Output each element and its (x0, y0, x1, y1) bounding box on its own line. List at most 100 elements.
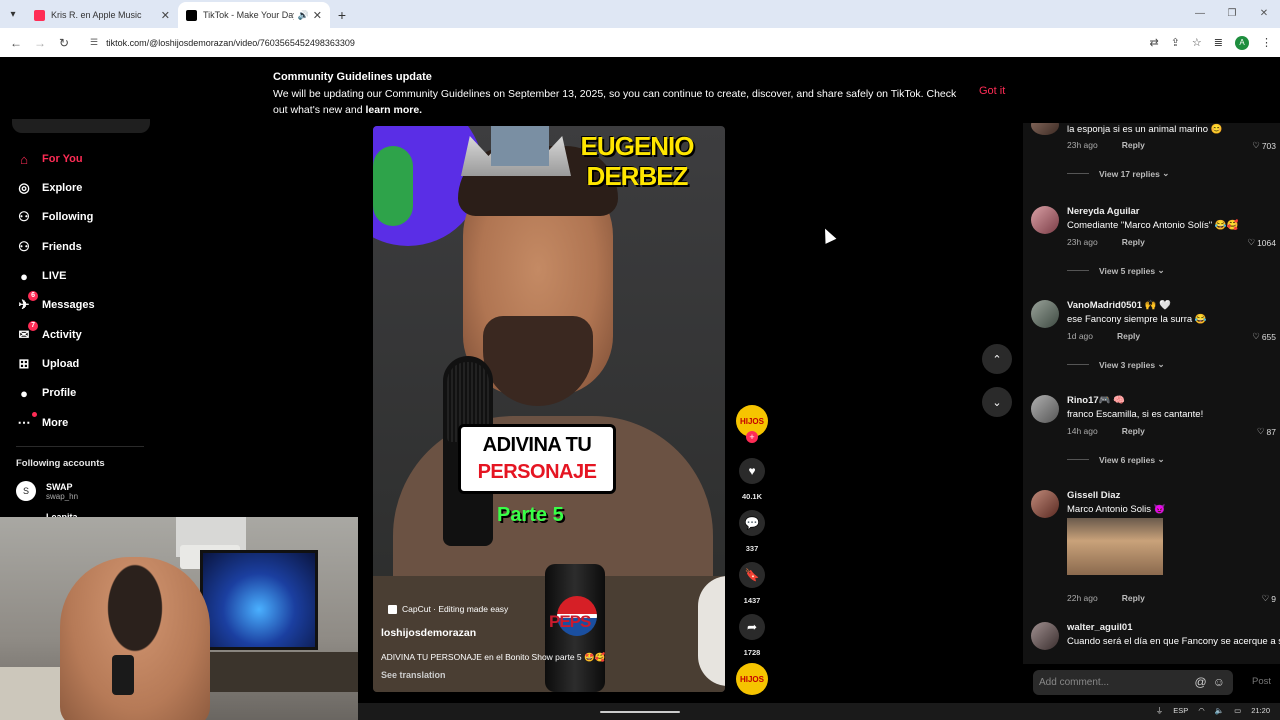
new-tab-button[interactable]: + (330, 2, 354, 28)
comment-like-button[interactable]: ♡ 9 (1262, 593, 1276, 604)
commenter-avatar[interactable] (1031, 622, 1059, 650)
webcam-tv (200, 550, 318, 650)
save-button[interactable]: 🔖 (739, 562, 765, 588)
clock[interactable]: 21:20 (1251, 706, 1270, 715)
commenter-avatar[interactable] (1031, 300, 1059, 328)
next-video-button[interactable]: ⌄ (982, 387, 1012, 417)
follow-plus-icon[interactable]: + (746, 431, 758, 443)
browser-tab-tiktok[interactable]: TikTok - Make Your Day 🔊 ✕ (178, 2, 330, 28)
commenter-name[interactable]: walter_aguil01 (1067, 622, 1132, 633)
url-bar[interactable]: ☰ tiktok.com/@loshijosdemorazan/video/76… (80, 31, 1196, 54)
reply-button[interactable]: Reply (1122, 237, 1145, 247)
reply-button[interactable]: Reply (1117, 331, 1140, 341)
music-disc[interactable]: HIJOS (736, 663, 768, 695)
language-indicator[interactable]: ESP (1173, 706, 1188, 715)
view-replies-button[interactable]: View 5 replies ⌄ (1067, 265, 1165, 276)
sidebar-item-upload[interactable]: ⊞ Upload (16, 356, 80, 372)
commenter-avatar[interactable] (1031, 123, 1059, 135)
home-icon: ⌂ (20, 151, 28, 167)
add-comment-input[interactable]: Add comment... @ ☺ (1033, 670, 1233, 695)
menu-kebab-icon[interactable]: ⋮ (1261, 36, 1272, 49)
comment-like-count: 655 (1261, 331, 1276, 342)
video-player[interactable]: PEPS EUGENIO DERBEZ ADIVINA TU PERSONAJE… (373, 126, 725, 692)
close-tab-icon[interactable]: ✕ (161, 9, 170, 22)
tab-search-icon[interactable]: ▾ (0, 0, 26, 28)
close-tab-icon[interactable]: ✕ (313, 9, 322, 22)
comment-like-button[interactable]: ♡ 703 (1252, 140, 1276, 151)
minimize-icon[interactable]: — (1184, 0, 1216, 28)
see-translation-link[interactable]: See translation (381, 670, 446, 680)
video-username[interactable]: loshijosdemorazan (381, 627, 476, 639)
learn-more-link[interactable]: learn more. (365, 104, 422, 116)
comment-text: franco Escamilla, si es cantante! (1067, 409, 1204, 420)
restore-icon[interactable]: ❐ (1216, 0, 1248, 28)
mention-icon[interactable]: @ (1195, 675, 1207, 689)
usb-icon[interactable]: ⏚ (1156, 705, 1164, 716)
view-replies-label: View 3 replies (1099, 359, 1156, 370)
audio-playing-icon[interactable]: 🔊 (298, 10, 309, 21)
post-comment-button[interactable]: Post (1252, 676, 1271, 687)
comment-like-button[interactable]: ♡ 87 (1257, 426, 1276, 437)
notification-dot (32, 412, 37, 417)
emoji-icon[interactable]: ☺ (1213, 675, 1225, 689)
commenter-name[interactable]: VanoMadrid0501 🙌 🤍 (1067, 300, 1171, 311)
sidebar-item-more[interactable]: ⋯ More (16, 412, 68, 431)
reply-button[interactable]: Reply (1122, 593, 1145, 603)
chevron-up-icon: ⌃ (992, 353, 1002, 366)
sidebar-item-messages[interactable]: ✈ 6 Messages (16, 291, 95, 313)
browser-tab-apple-music[interactable]: Kris R. en Apple Music ✕ (26, 2, 178, 28)
bookmark-star-icon[interactable]: ☆ (1192, 36, 1202, 49)
reload-icon[interactable]: ↻ (52, 36, 76, 50)
sidebar-item-activity[interactable]: ✉ 7 Activity (16, 321, 82, 343)
video-can-text: PEPS (549, 612, 591, 631)
sidebar-item-profile[interactable]: ● Profile (16, 385, 76, 401)
sidebar-item-following[interactable]: ⚇ Following (16, 209, 93, 225)
capcut-link[interactable]: CapCut · Editing made easy (388, 604, 508, 614)
got-it-button[interactable]: Got it (979, 85, 1005, 97)
comment-button[interactable]: 💬 (739, 510, 765, 536)
sidebar-item-explore[interactable]: ◎ Explore (16, 180, 82, 196)
share-button[interactable]: ➦ (739, 614, 765, 640)
commenter-avatar[interactable] (1031, 395, 1059, 423)
comment-text: Comediante "Marco Antonio Solís" 😂🥰 (1067, 220, 1239, 231)
reading-list-icon[interactable]: ≣ (1214, 36, 1223, 49)
following-account-swap[interactable]: S SWAP swap_hn (16, 481, 78, 501)
view-replies-button[interactable]: View 6 replies ⌄ (1067, 454, 1165, 465)
search-input[interactable] (12, 119, 150, 133)
battery-icon[interactable]: ▭ (1234, 706, 1241, 715)
like-button[interactable]: ♥ (739, 458, 765, 484)
sidebar-item-label: Messages (42, 299, 95, 311)
commenter-name[interactable]: Rino17🎮 🧠 (1067, 395, 1125, 406)
close-window-icon[interactable]: ✕ (1248, 0, 1280, 28)
comment-like-button[interactable]: ♡ 1064 (1247, 237, 1276, 248)
reply-button[interactable]: Reply (1122, 426, 1145, 436)
reply-button[interactable]: Reply (1122, 140, 1145, 150)
commenter-name[interactable]: Nereyda Aguilar (1067, 206, 1140, 217)
following-accounts-title: Following accounts (16, 458, 105, 469)
install-icon[interactable]: ⇪ (1171, 36, 1180, 49)
commenter-avatar[interactable] (1031, 490, 1059, 518)
view-replies-button[interactable]: View 3 replies ⌄ (1067, 359, 1165, 370)
community-guidelines-banner: Community Guidelines update We will be u… (0, 57, 1280, 123)
commenter-avatar[interactable] (1031, 206, 1059, 234)
compass-icon: ◎ (18, 180, 30, 195)
comment-attached-image[interactable] (1067, 518, 1163, 575)
back-icon[interactable]: ← (4, 36, 28, 50)
sidebar-item-friends[interactable]: ⚇ Friends (16, 239, 82, 255)
comment-count: 337 (745, 544, 759, 553)
wifi-icon[interactable]: ◠ (1198, 706, 1205, 715)
share-icon: ➦ (746, 620, 758, 634)
sidebar-item-live[interactable]: ● LIVE (16, 268, 66, 284)
previous-video-button[interactable]: ⌃ (982, 344, 1012, 374)
site-info-icon[interactable]: ☰ (90, 37, 98, 48)
comment-like-button[interactable]: ♡ 655 (1252, 331, 1276, 342)
view-replies-button[interactable]: View 17 replies ⌄ (1067, 168, 1169, 179)
webcam-person (60, 557, 210, 720)
volume-icon[interactable]: 🔈 (1215, 706, 1224, 715)
profile-avatar[interactable]: A (1235, 35, 1249, 50)
commenter-name[interactable]: Gissell Diaz (1067, 490, 1120, 501)
sidebar-item-for-you[interactable]: ⌂ For You (16, 151, 82, 167)
forward-icon[interactable]: → (28, 36, 52, 50)
translate-icon[interactable]: ⇄ (1149, 36, 1158, 49)
webcam-overlay (0, 517, 358, 720)
